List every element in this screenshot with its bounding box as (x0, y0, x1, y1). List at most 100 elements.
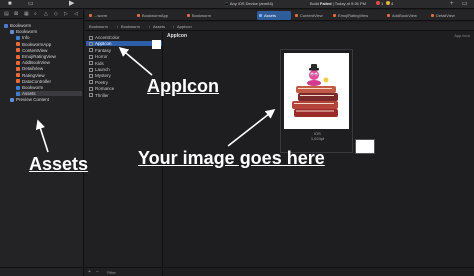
tab-detailview[interactable]: DetailView (429, 11, 469, 20)
tab-label: ContentView (300, 13, 323, 18)
tab-assets[interactable]: Assets (257, 11, 291, 20)
asset-item[interactable]: Horror (89, 54, 108, 59)
canvas-bottom-bar (164, 267, 474, 276)
search-icon[interactable]: ⌕ (34, 11, 37, 17)
tab-bookwormapp[interactable]: BookwormApp (135, 11, 183, 20)
navigator-item[interactable]: Info (16, 35, 30, 40)
navigator-item[interactable]: EmojiRatingView (16, 54, 56, 59)
swift-file-icon (16, 66, 20, 71)
add-asset-icon[interactable]: + (88, 269, 91, 275)
tab-contentview[interactable]: ContentView (293, 11, 331, 20)
asset-item[interactable]: Romance (89, 86, 114, 91)
asset-item[interactable]: Launch (89, 67, 110, 72)
project-icon (4, 23, 8, 28)
tab-addbookview[interactable]: AddBookView (385, 11, 427, 20)
warning-count: 4 (391, 1, 394, 6)
file-icon (295, 14, 298, 17)
asset-set-icon (89, 67, 93, 72)
swift-file-icon (16, 60, 20, 65)
swift-file-icon (16, 73, 20, 78)
navigator-item-label: Info (22, 35, 30, 41)
navigator-item-label: RatingView (22, 72, 45, 78)
inspector-toggle-icon[interactable]: ▭ (462, 0, 468, 8)
navigator-item[interactable]: DataController (16, 79, 51, 84)
warning-badge-icon[interactable] (386, 1, 390, 5)
asset-item-label: Launch (95, 67, 110, 72)
run-destination[interactable]: 📱 Any iOS Device (arm64) (224, 1, 273, 6)
file-icon (431, 14, 434, 17)
run-button[interactable]: ▶ (69, 0, 74, 8)
asset-set-icon (89, 86, 93, 91)
navigator-item[interactable]: DetailView (16, 66, 43, 71)
navigator-item[interactable]: RatingView (16, 73, 45, 78)
remove-asset-icon[interactable]: − (96, 269, 99, 275)
asset-set-icon (89, 93, 93, 98)
navigator-item[interactable]: Bookworm (4, 23, 31, 28)
issue-icon[interactable]: △ (44, 11, 48, 17)
breadcrumb-item[interactable]: Bookworm (121, 24, 140, 29)
annotation-your-image: Your image goes here (138, 148, 325, 168)
sidebar-toggle-icon[interactable]: ▭ (28, 0, 34, 8)
asset-item[interactable]: AccentColor (89, 35, 120, 40)
tab--worm[interactable]: ...worm (87, 11, 133, 20)
tab-label: AddBookView (392, 13, 417, 18)
breadcrumb-item[interactable]: Bookworm (89, 24, 108, 29)
asset-item-label: Poetry (95, 79, 109, 85)
asset-item-label: Kids (95, 60, 104, 66)
tab-label: BookwormApp (142, 13, 169, 18)
breadcrumb-item[interactable]: Assets (153, 24, 165, 29)
breakpoint-icon[interactable]: ◁ (74, 11, 78, 17)
stop-icon[interactable]: ■ (8, 0, 12, 8)
asset-set-icon (89, 35, 93, 40)
test-icon[interactable]: ◇ (54, 11, 58, 17)
canvas-title: AppIcon (167, 33, 187, 39)
navigator-filter-bar[interactable] (0, 267, 84, 276)
file-icon (333, 14, 336, 17)
asset-item[interactable]: Thriller (89, 93, 109, 98)
asset-set-icon (89, 80, 93, 85)
add-icon[interactable]: + (450, 0, 454, 8)
appicon-well[interactable]: iOS 1,024pt (280, 49, 375, 154)
appicon-dropzone[interactable] (355, 139, 375, 154)
swift-file-icon (16, 48, 20, 53)
tab-bookworm[interactable]: Bookworm (185, 11, 225, 20)
folder-icon (10, 97, 14, 102)
asset-item[interactable]: Fantasy (89, 48, 111, 53)
navigator-item[interactable]: Bookworm (16, 85, 43, 90)
asset-filter-input[interactable]: Filter (107, 270, 116, 275)
asset-item[interactable]: Kids (89, 61, 104, 66)
asset-set-icon (89, 54, 93, 59)
navigator-item-label: Preview Content (16, 97, 50, 103)
file-icon (387, 14, 390, 17)
chevron-right-icon: › (173, 24, 175, 29)
project-navigator: ▤ ⊠ ▦ ⌕ △ ◇ ▷ ◁ Bookworm Bookworm Info Book… (0, 10, 84, 276)
debug-icon[interactable]: ▷ (64, 11, 68, 17)
breadcrumb-item[interactable]: AppIcon (177, 24, 192, 29)
asset-item[interactable]: AppIcon (86, 41, 162, 47)
asset-set-icon (89, 48, 93, 53)
chevron-right-icon: › (117, 24, 119, 29)
asset-icon (16, 91, 20, 96)
folder-icon[interactable]: ▤ (4, 11, 9, 17)
symbol-icon[interactable]: ▦ (24, 11, 29, 17)
navigator-item[interactable]: Assets (16, 91, 82, 97)
navigator-item[interactable]: Preview Content (10, 97, 49, 102)
error-badge-icon[interactable] (376, 1, 380, 5)
tab-bar: ...worm BookwormApp Bookworm Assets ContentV… (85, 10, 474, 21)
source-control-icon[interactable]: ⊠ (14, 11, 18, 17)
asset-filter-bar[interactable]: + − Filter (85, 267, 163, 276)
asset-item[interactable]: Mystery (89, 73, 111, 78)
navigator-item-label: Assets (22, 91, 36, 97)
navigator-item[interactable]: BookwormApp (16, 42, 51, 47)
canvas-type-label: App Icon (454, 33, 470, 38)
tab-emojiratingview[interactable]: EmojiRatingView (331, 11, 383, 20)
build-status-strong: Failed (320, 1, 332, 6)
asset-item-label: Fantasy (95, 47, 112, 53)
navigator-item[interactable]: ContentView (16, 48, 47, 53)
chevron-right-icon: › (149, 24, 151, 29)
navigator-item[interactable]: AddBookView (16, 60, 50, 65)
appicon-size-label: 1,024pt (310, 136, 325, 141)
asset-item[interactable]: Poetry (89, 80, 108, 85)
navigator-item[interactable]: Bookworm (10, 29, 37, 34)
navigator-item-label: Bookworm (22, 85, 44, 90)
